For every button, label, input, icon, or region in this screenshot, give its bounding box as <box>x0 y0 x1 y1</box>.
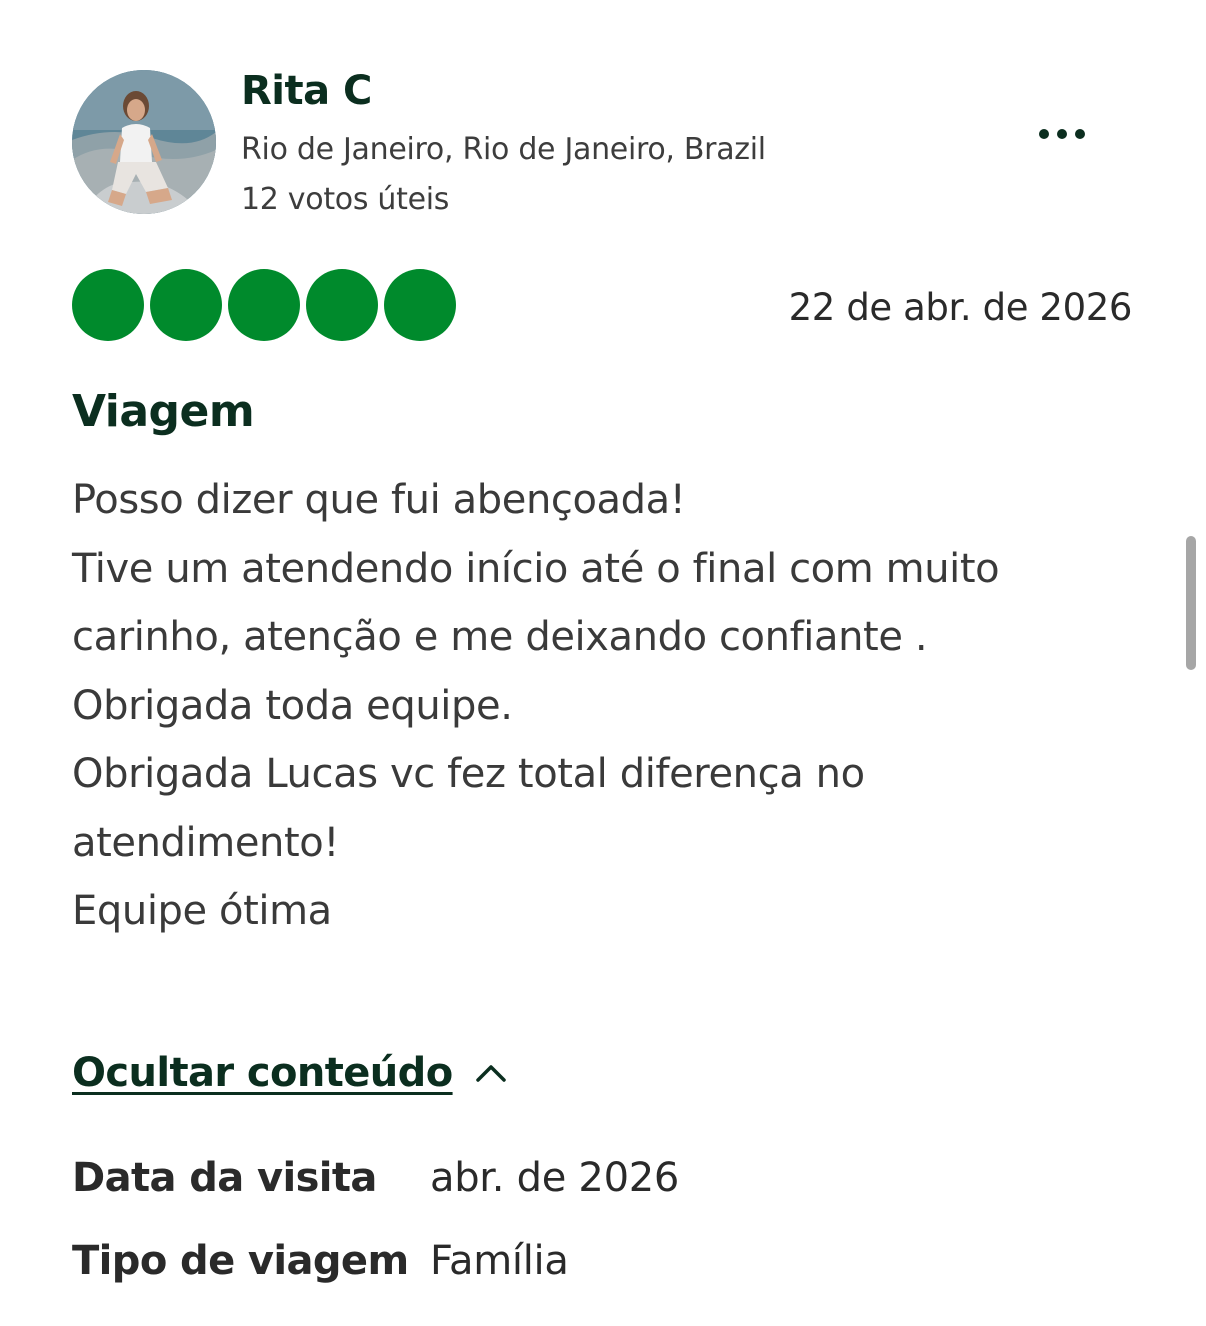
review-body: Posso dizer que fui abençoada! Tive um a… <box>72 466 1152 946</box>
review-body-line: Equipe ótima <box>72 888 332 934</box>
chevron-up-icon <box>475 1065 506 1082</box>
helpful-votes-count: 12 votos úteis <box>241 182 450 217</box>
visit-date-label: Data da visita <box>72 1155 377 1201</box>
review-body-line: Tive um atendendo início até o final com… <box>72 545 1000 592</box>
review-body-line: atendimento! <box>72 819 339 866</box>
review-body-line: Obrigada toda equipe. <box>72 682 513 729</box>
reviewer-location: Rio de Janeiro, Rio de Janeiro, Brazil <box>241 132 766 167</box>
rating-bubble-filled <box>150 269 222 341</box>
rating-bubble-filled <box>72 269 144 341</box>
rating-bubble-filled <box>228 269 300 341</box>
rating-bubbles <box>72 269 456 341</box>
trip-type-row: Tipo de viagem Família <box>72 1238 569 1284</box>
trip-type-label: Tipo de viagem <box>72 1238 409 1284</box>
trip-type-value: Família <box>430 1238 569 1284</box>
review-body-line: Obrigada Lucas vc fez total diferença no <box>72 751 865 797</box>
more-options-button[interactable] <box>1030 116 1094 152</box>
rating-bubble-filled <box>306 269 378 341</box>
visit-date-row: Data da visita abr. de 2026 <box>72 1155 679 1201</box>
review-date: 22 de abr. de 2026 <box>788 286 1133 329</box>
more-horizontal-icon <box>1039 129 1085 139</box>
reviewer-name[interactable]: Rita C <box>241 68 372 114</box>
hide-content-label: Ocultar conteúdo <box>72 1050 453 1096</box>
review-body-line: Posso dizer que fui abençoada! <box>72 477 686 523</box>
rating-bubble-filled <box>384 269 456 341</box>
reviewer-avatar[interactable] <box>72 70 216 214</box>
review-body-line: carinho, atenção e me deixando confiante… <box>72 614 928 660</box>
scrollbar-thumb[interactable] <box>1186 536 1196 670</box>
hide-content-link[interactable]: Ocultar conteúdo <box>72 1050 507 1096</box>
visit-date-value: abr. de 2026 <box>430 1155 680 1201</box>
avatar-photo <box>72 70 216 214</box>
review-title: Viagem <box>72 386 255 437</box>
